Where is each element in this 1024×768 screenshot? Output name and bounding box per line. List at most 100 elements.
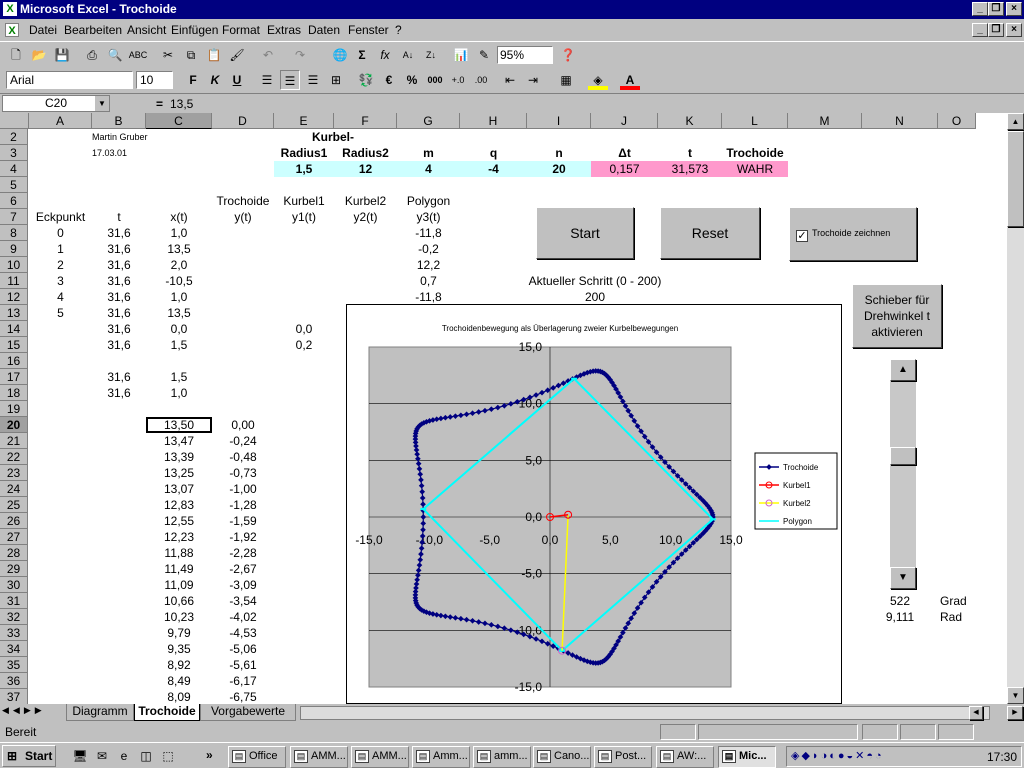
autosum-icon[interactable]: Σ (352, 45, 372, 65)
param-header-cell[interactable]: m (397, 145, 460, 161)
row-header[interactable]: 11 (0, 273, 28, 289)
scroll-right-icon[interactable]: ▶ (1007, 706, 1023, 720)
trochoide-y-cell[interactable]: -0,24 (212, 433, 274, 449)
maximize-button[interactable]: ❐ (988, 2, 1004, 16)
row-header[interactable]: 34 (0, 641, 28, 657)
task-button[interactable]: ▤ Cano... (533, 746, 591, 768)
underline-button[interactable]: U (227, 70, 247, 90)
row-header[interactable]: 36 (0, 673, 28, 689)
param-header-cell[interactable]: Trochoide (722, 145, 788, 161)
header-cell[interactable]: t (92, 209, 146, 225)
redo-icon[interactable]: ↷ (290, 45, 310, 65)
row-header[interactable]: 25 (0, 497, 28, 513)
param-value-cell[interactable]: WAHR (722, 161, 788, 177)
trochoide-x-cell[interactable]: 8,92 (146, 657, 212, 673)
outlook-icon[interactable]: ✉ (92, 746, 112, 766)
doc-restore-button[interactable]: ❐ (988, 23, 1004, 37)
ie-icon[interactable]: e (114, 746, 134, 766)
font-select[interactable]: Arial (6, 71, 133, 89)
fill-color-icon[interactable]: ◈ (588, 70, 608, 90)
row-header[interactable]: 27 (0, 529, 28, 545)
row-header[interactable]: 28 (0, 545, 28, 561)
kurbel-header-cell[interactable]: Kurbel- (274, 129, 414, 145)
row-header[interactable]: 10 (0, 257, 28, 273)
row-header[interactable]: 37 (0, 689, 28, 704)
header-cell[interactable]: x(t) (146, 209, 212, 225)
open-icon[interactable]: 📂 (29, 45, 49, 65)
trochoide-y-cell[interactable]: -3,09 (212, 577, 274, 593)
row-header[interactable]: 8 (0, 225, 28, 241)
x-cell[interactable]: 2,0 (146, 257, 212, 273)
more-icon[interactable]: » (206, 748, 213, 762)
preview-icon[interactable]: 🔍 (105, 45, 125, 65)
x-cell[interactable]: 0,0 (146, 321, 212, 337)
scroll-up-icon[interactable]: ▲ (1007, 113, 1024, 130)
row-header[interactable]: 12 (0, 289, 28, 305)
doc-close-button[interactable]: × (1006, 23, 1022, 37)
menu-datei[interactable]: Datei (29, 23, 57, 37)
align-right-icon[interactable]: ☰ (303, 70, 323, 90)
italic-button[interactable]: K (205, 70, 225, 90)
t-cell[interactable]: 31,6 (92, 273, 146, 289)
start-button[interactable]: Start (536, 207, 634, 259)
y1-cell[interactable]: 0,0 (274, 321, 334, 337)
t-cell[interactable]: 31,6 (92, 385, 146, 401)
percent-button[interactable]: % (402, 70, 422, 90)
trochoide-y-cell[interactable]: -2,67 (212, 561, 274, 577)
column-header-C[interactable]: C (146, 113, 212, 129)
header-cell[interactable]: Eckpunkt (29, 209, 92, 225)
trochoide-x-cell[interactable]: 8,09 (146, 689, 212, 704)
trochoide-y-cell[interactable]: -5,61 (212, 657, 274, 673)
merge-icon[interactable]: ⊞ (326, 70, 346, 90)
row-header[interactable]: 9 (0, 241, 28, 257)
workbook-icon[interactable]: X (5, 23, 19, 37)
t-cell[interactable]: 31,6 (92, 305, 146, 321)
eckpunkt-cell[interactable]: 2 (29, 257, 92, 273)
t-cell[interactable]: 31,6 (92, 369, 146, 385)
trochoide-x-cell[interactable]: 12,23 (146, 529, 212, 545)
reset-button[interactable]: Reset (660, 207, 760, 259)
param-header-cell[interactable]: Radius1 (274, 145, 334, 161)
column-header-F[interactable]: F (334, 113, 397, 129)
t-cell[interactable]: 31,6 (92, 289, 146, 305)
tab-nav-icon[interactable]: ◀◀▶▶ (2, 705, 62, 716)
column-header-H[interactable]: H (460, 113, 527, 129)
trochoide-x-cell[interactable]: 11,88 (146, 545, 212, 561)
param-header-cell[interactable]: Δt (591, 145, 658, 161)
trochoide-x-cell[interactable]: 11,09 (146, 577, 212, 593)
eckpunkt-cell[interactable]: 0 (29, 225, 92, 241)
column-header-E[interactable]: E (274, 113, 334, 129)
column-header-I[interactable]: I (527, 113, 591, 129)
column-header-K[interactable]: K (658, 113, 722, 129)
zoom-select[interactable]: 95% (497, 46, 553, 64)
paste-icon[interactable]: 📋 (204, 45, 224, 65)
vertical-scrollbar[interactable]: ▲ ▼ (1007, 113, 1024, 704)
trochoide-y-cell[interactable]: -3,54 (212, 593, 274, 609)
grad-unit-cell[interactable]: Grad (938, 593, 976, 609)
start-menu-button[interactable]: ⊞ Start (2, 745, 56, 767)
param-value-cell[interactable]: 4 (397, 161, 460, 177)
quicklaunch-icon[interactable]: ⬚ (158, 746, 178, 766)
new-icon[interactable]: 🗋 (6, 45, 26, 65)
task-button[interactable]: ▤ Office (228, 746, 286, 768)
x-cell[interactable]: 1,5 (146, 337, 212, 353)
trochoide-x-cell[interactable]: 8,49 (146, 673, 212, 689)
eckpunkt-cell[interactable]: 5 (29, 305, 92, 321)
y3-cell[interactable]: 0,7 (397, 273, 460, 289)
trochoide-y-cell[interactable]: -6,75 (212, 689, 274, 704)
decrease-decimal-icon[interactable]: .00 (471, 70, 491, 90)
row-header[interactable]: 7 (0, 209, 28, 225)
print-icon[interactable]: ⎙ (82, 45, 102, 65)
trochoide-x-cell[interactable]: 13,25 (146, 465, 212, 481)
indent-icon[interactable]: ⇥ (523, 70, 543, 90)
author-cell[interactable]: Martin Gruber (92, 129, 148, 145)
param-header-cell[interactable]: q (460, 145, 527, 161)
param-value-cell[interactable]: 1,5 (274, 161, 334, 177)
column-header-O[interactable]: O (938, 113, 976, 129)
eckpunkt-cell[interactable]: 1 (29, 241, 92, 257)
t-cell[interactable]: 31,6 (92, 241, 146, 257)
step-value-cell[interactable]: 200 (480, 289, 710, 305)
y3-cell[interactable]: -11,8 (397, 225, 460, 241)
trochoide-y-cell[interactable]: -1,28 (212, 497, 274, 513)
row-header[interactable]: 14 (0, 321, 28, 337)
